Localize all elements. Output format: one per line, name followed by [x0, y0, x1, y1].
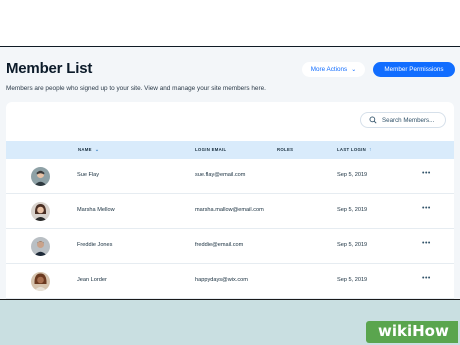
member-last-login: Sep 5, 2019	[337, 242, 368, 248]
column-last-login[interactable]: LAST LOGIN ↑	[337, 147, 372, 153]
member-name: Freddie Jones	[77, 242, 113, 248]
table-row[interactable]: Marsha Mellow marsha.mallow@email.com Se…	[6, 194, 454, 229]
member-last-login: Sep 5, 2019	[337, 172, 368, 178]
page-subtitle: Members are people who signed up to your…	[6, 85, 266, 92]
bottom-divider	[0, 299, 460, 300]
logo-how: How	[412, 322, 449, 340]
avatar	[31, 272, 50, 291]
top-band	[0, 0, 460, 46]
member-email: freddie@email.com	[195, 242, 244, 248]
more-options-icon[interactable]: •••	[422, 170, 431, 177]
search-input[interactable]: Search Members...	[360, 112, 446, 128]
member-email: marsha.mallow@email.com	[195, 207, 264, 213]
avatar	[31, 167, 50, 186]
column-login-email: LOGIN EMAIL	[195, 147, 227, 152]
member-name: Marsha Mellow	[77, 207, 115, 213]
avatar	[31, 202, 50, 221]
logo-text: wikiHow	[378, 322, 449, 340]
sort-up-icon: ↑	[369, 147, 372, 153]
member-last-login: Sep 5, 2019	[337, 277, 368, 283]
wikihow-logo: wikiHow	[366, 321, 458, 343]
table-row[interactable]: Sue Flay sue.flay@email.com Sep 5, 2019 …	[6, 159, 454, 194]
member-email: happydays@wix.com	[195, 277, 248, 283]
table-header: NAME ⌄ LOGIN EMAIL ROLES LAST LOGIN ↑	[6, 141, 454, 159]
avatar	[31, 237, 50, 256]
column-roles: ROLES	[277, 147, 294, 152]
logo-wiki: wiki	[378, 322, 413, 340]
more-options-icon[interactable]: •••	[422, 240, 431, 247]
member-name: Jean Lorder	[77, 277, 107, 283]
member-permissions-button[interactable]: Member Permissions	[373, 62, 455, 77]
member-table-card: Search Members... NAME ⌄ LOGIN EMAIL ROLE…	[6, 102, 454, 299]
more-options-icon[interactable]: •••	[422, 275, 431, 282]
search-icon	[369, 116, 377, 124]
column-name-label: NAME	[78, 147, 92, 152]
more-actions-label: More Actions	[310, 66, 348, 73]
more-actions-button[interactable]: More Actions ⌄	[302, 62, 365, 77]
table-row[interactable]: Freddie Jones freddie@email.com Sep 5, 2…	[6, 229, 454, 264]
search-placeholder: Search Members...	[382, 116, 435, 124]
chevron-down-icon: ⌄	[351, 67, 357, 73]
member-email: sue.flay@email.com	[195, 172, 246, 178]
column-name[interactable]: NAME ⌄	[78, 147, 99, 153]
column-last-login-label: LAST LOGIN	[337, 147, 367, 152]
table-row[interactable]: Jean Lorder happydays@wix.com Sep 5, 201…	[6, 264, 454, 299]
page-title: Member List	[6, 60, 93, 77]
member-last-login: Sep 5, 2019	[337, 207, 368, 213]
more-options-icon[interactable]: •••	[422, 205, 431, 212]
member-name: Sue Flay	[77, 172, 100, 178]
sort-down-icon: ⌄	[94, 147, 100, 153]
